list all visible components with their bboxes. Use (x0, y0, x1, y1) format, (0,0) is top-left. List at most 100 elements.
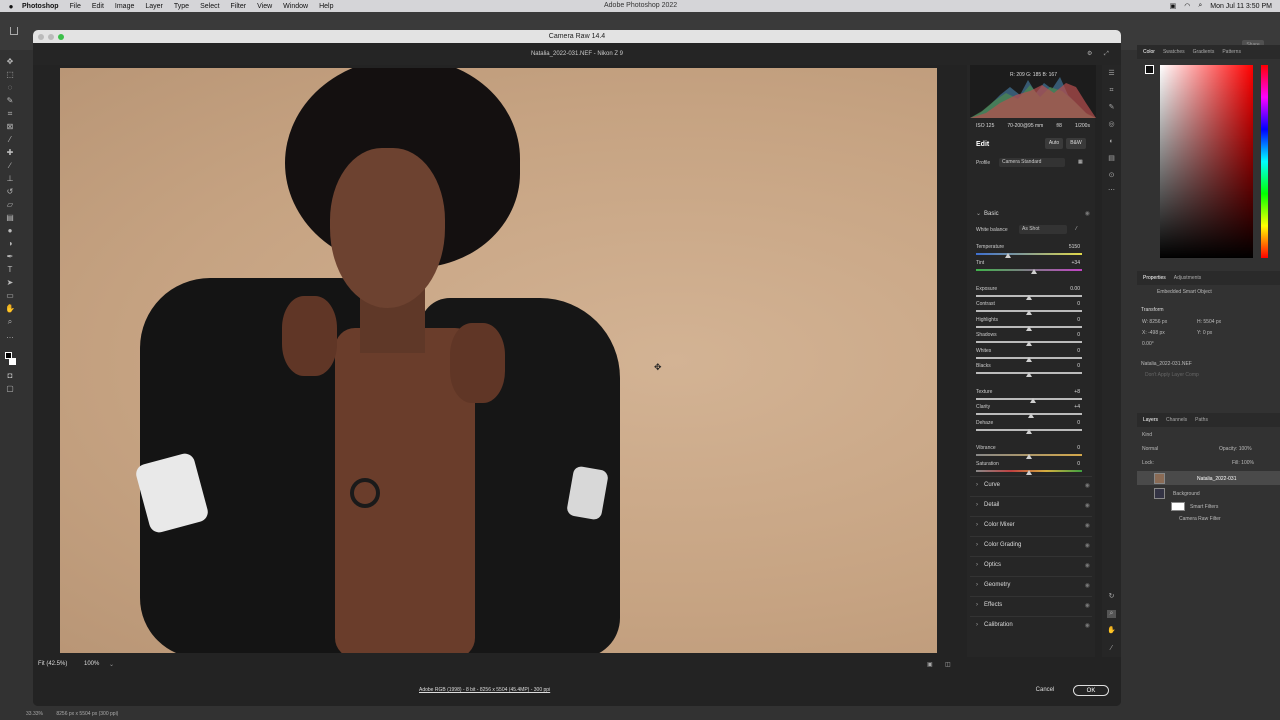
eraser-tool-icon[interactable]: ▱ (5, 201, 15, 209)
background-color-icon[interactable] (9, 358, 16, 365)
slider-handle[interactable] (1026, 357, 1032, 362)
menu-image[interactable]: Image (115, 3, 134, 10)
slider-handle[interactable] (1026, 454, 1032, 459)
rotate-icon[interactable]: ↻ (1107, 593, 1116, 601)
profile-browser-icon[interactable]: ▦ (1078, 159, 1083, 165)
history-brush-icon[interactable]: ↺ (5, 188, 15, 196)
visibility-eye-icon[interactable]: ◉ (1085, 482, 1090, 489)
menu-edit[interactable]: Edit (92, 3, 104, 10)
hue-slider[interactable] (1261, 65, 1268, 258)
section-header[interactable]: › Calibration ◉ (976, 622, 1090, 629)
lasso-tool-icon[interactable]: ◌ (5, 84, 15, 92)
presets-icon[interactable]: ▤ (1107, 155, 1116, 163)
slider-value[interactable]: 0.00 (1060, 286, 1080, 292)
control-center-icon[interactable]: ▣ (1170, 2, 1177, 10)
home-icon[interactable] (10, 27, 18, 35)
slider-track[interactable] (976, 269, 1082, 271)
transform-width[interactable]: W: 8256 px (1142, 319, 1167, 325)
brush-tool-icon[interactable]: ∕ (5, 162, 15, 170)
menu-view[interactable]: View (257, 3, 272, 10)
slider-handle[interactable] (1031, 269, 1038, 274)
section-header[interactable]: › Optics ◉ (976, 562, 1090, 569)
fill-field[interactable]: Fill: 100% (1232, 460, 1254, 466)
pen-tool-icon[interactable]: ✒ (5, 253, 15, 261)
wb-eyedropper-icon[interactable]: ⁄ (1076, 226, 1077, 232)
layer-name-background[interactable]: Background (1173, 491, 1200, 497)
workflow-options-link[interactable]: Adobe RGB (1998) - 8 bit - 8256 x 5504 (… (419, 687, 550, 693)
quick-select-icon[interactable]: ✎ (5, 97, 15, 105)
screen-mode-icon[interactable]: ▢ (5, 385, 15, 393)
quick-mask-icon[interactable]: ◘ (5, 372, 15, 380)
section-header[interactable]: › Effects ◉ (976, 602, 1090, 609)
basic-section-header[interactable]: ⌄ Basic ◉ (976, 210, 1090, 217)
bw-button[interactable]: B&W (1066, 138, 1086, 149)
before-after-icon[interactable]: ◫ (945, 661, 951, 668)
layer-name-smart-object[interactable]: Natalia_2022-031 (1197, 476, 1236, 482)
menubar-clock[interactable]: Mon Jul 11 3:50 PM (1210, 3, 1272, 10)
wifi-icon[interactable]: ◠ (1184, 2, 1190, 10)
zoom-icon[interactable]: ⌕ (1107, 610, 1116, 618)
masking-icon[interactable]: ◐ (1107, 138, 1116, 146)
slider-handle[interactable] (1026, 372, 1032, 377)
zoom-tool-icon[interactable]: ⌕ (5, 318, 15, 326)
section-header[interactable]: › Color Mixer ◉ (976, 522, 1090, 529)
slider-value[interactable]: 0 (1060, 461, 1080, 467)
blur-tool-icon[interactable]: ● (5, 227, 15, 235)
menu-file[interactable]: File (70, 3, 81, 10)
section-header[interactable]: › Geometry ◉ (976, 582, 1090, 589)
minimize-icon[interactable] (48, 34, 54, 40)
apple-icon[interactable]: ● (0, 2, 22, 11)
visibility-eye-icon[interactable]: ◉ (1085, 502, 1090, 509)
type-tool-icon[interactable]: T (5, 266, 15, 274)
tab-patterns[interactable]: Patterns (1222, 49, 1241, 55)
slider-value[interactable]: 0 (1060, 420, 1080, 426)
slider-handle[interactable] (1026, 295, 1032, 300)
menu-help[interactable]: Help (319, 3, 333, 10)
blend-mode-select[interactable]: Normal (1142, 446, 1158, 452)
red-eye-icon[interactable]: ◎ (1107, 121, 1116, 129)
status-zoom[interactable]: 33.33% (26, 711, 43, 717)
transform-angle[interactable]: 0.00° (1142, 341, 1154, 347)
slider-handle[interactable] (1026, 341, 1032, 346)
menu-select[interactable]: Select (200, 3, 219, 10)
menu-type[interactable]: Type (174, 3, 189, 10)
layer-kind-filter[interactable]: Kind (1142, 432, 1152, 438)
zoom-chevron-icon[interactable]: ⌄ (109, 661, 114, 668)
hand-icon[interactable]: ✋ (1107, 627, 1116, 635)
edit-toolbar-icon[interactable]: … (5, 332, 15, 340)
tab-paths[interactable]: Paths (1195, 417, 1208, 423)
profile-select[interactable]: Camera Standard (999, 158, 1065, 167)
tab-gradients[interactable]: Gradients (1193, 49, 1215, 55)
healing-brush-icon[interactable]: ✚ (5, 149, 15, 157)
slider-handle[interactable] (1028, 413, 1035, 418)
menu-layer[interactable]: Layer (145, 3, 163, 10)
slider-handle[interactable] (1026, 310, 1032, 315)
slider-value[interactable]: 0 (1060, 332, 1080, 338)
single-view-icon[interactable]: ▣ (927, 661, 933, 668)
visibility-eye-icon[interactable]: ◉ (1085, 622, 1090, 629)
slider-value[interactable]: 5150 (1060, 244, 1080, 250)
slider-value[interactable]: 0 (1060, 348, 1080, 354)
section-header[interactable]: › Detail ◉ (976, 502, 1090, 509)
menu-filter[interactable]: Filter (231, 3, 247, 10)
tab-color[interactable]: Color (1143, 49, 1155, 55)
tab-channels[interactable]: Channels (1166, 417, 1187, 423)
slider-value[interactable]: +34 (1060, 260, 1080, 266)
transform-x[interactable]: X: -498 px (1142, 330, 1165, 336)
settings-gear-icon[interactable]: ⚙ (1087, 43, 1092, 65)
zoom-100-select[interactable]: 100% (84, 661, 99, 667)
crop-icon[interactable]: ⌗ (1107, 87, 1116, 95)
fullscreen-icon[interactable]: ⤢ (1104, 43, 1109, 65)
visibility-eye-icon[interactable]: ◉ (1085, 562, 1090, 569)
slider-value[interactable]: 0 (1060, 363, 1080, 369)
shape-tool-icon[interactable]: ▭ (5, 292, 15, 300)
visibility-eye-icon[interactable]: ◉ (1085, 542, 1090, 549)
tab-swatches[interactable]: Swatches (1163, 49, 1185, 55)
slider-value[interactable]: +8 (1060, 389, 1080, 395)
menu-app[interactable]: Photoshop (22, 3, 59, 10)
gradient-tool-icon[interactable]: ▤ (5, 214, 15, 222)
slider-value[interactable]: 0 (1060, 317, 1080, 323)
camera-raw-filter-item[interactable]: Camera Raw Filter (1179, 516, 1221, 522)
close-icon[interactable] (38, 34, 44, 40)
auto-button[interactable]: Auto (1045, 138, 1063, 149)
